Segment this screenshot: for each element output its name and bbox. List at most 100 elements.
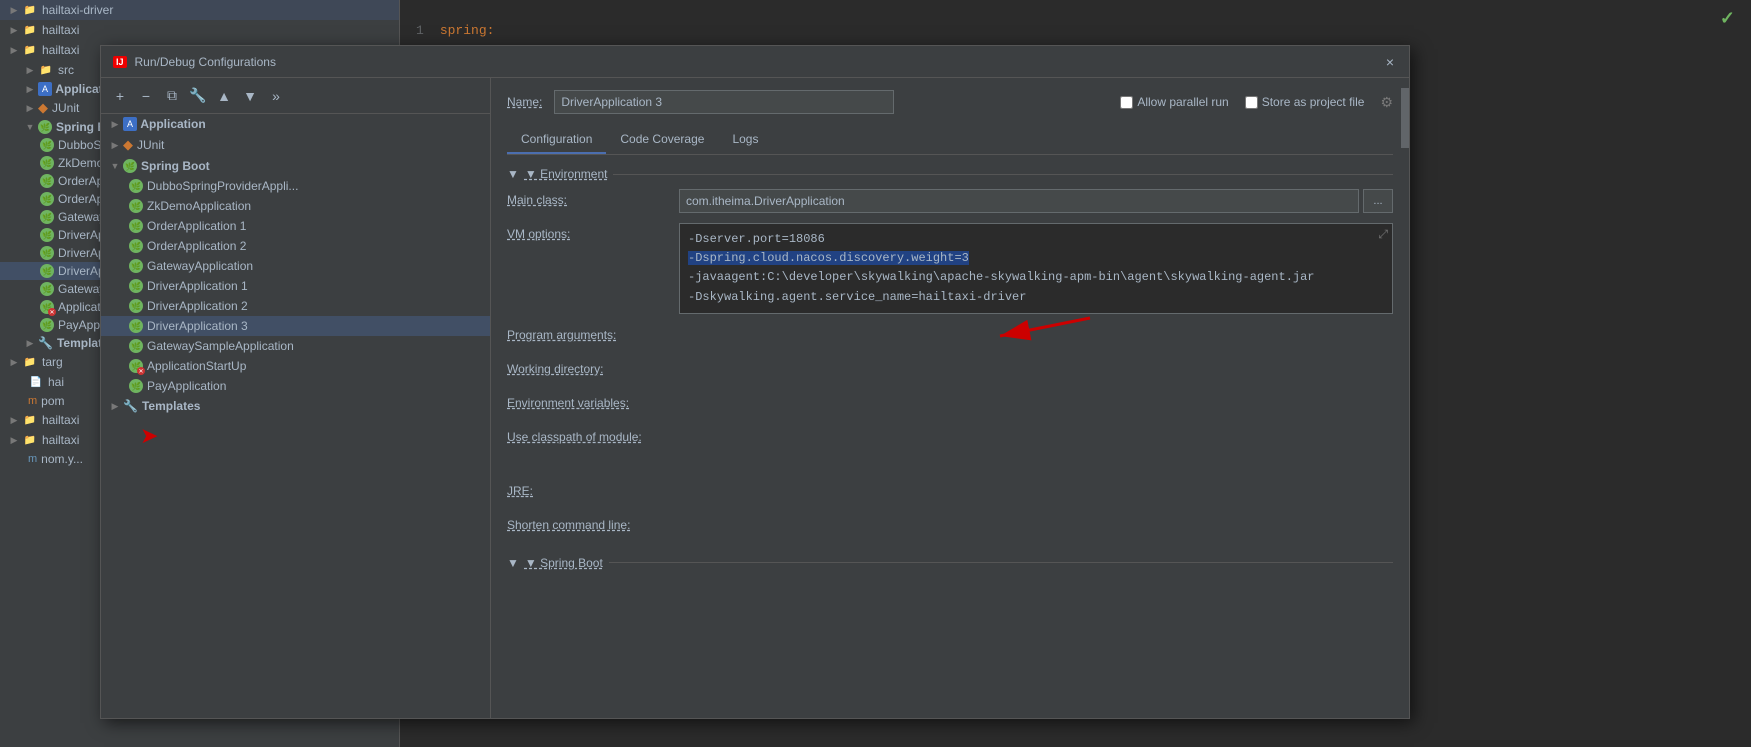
spring-icon: 🌿 — [129, 219, 143, 233]
jre-input-container — [679, 480, 1393, 504]
tree-label-hai: hai — [48, 375, 64, 389]
dlg-tree-driver3[interactable]: 🌿 DriverApplication 3 — [101, 316, 490, 336]
allow-parallel-run-checkbox[interactable] — [1120, 96, 1133, 109]
folder-icon: 📁 — [22, 412, 38, 428]
dlg-tree-dubbo[interactable]: 🌿 DubboSpringProviderAppli... — [101, 176, 490, 196]
move-down-config-button[interactable]: ▼ — [239, 85, 261, 107]
env-variables-input-container — [679, 392, 1393, 416]
line-number: 1 — [416, 23, 424, 38]
main-class-row: Main class: ... — [507, 189, 1393, 213]
name-input[interactable] — [554, 90, 894, 114]
spring-icon: 🌿 — [40, 156, 54, 170]
spring-error-icon: 🌿 — [40, 300, 54, 314]
arrow-icon: ▶ — [8, 414, 20, 426]
tree-item-hailtaxi-driver[interactable]: ▶ 📁 hailtaxi-driver — [0, 0, 399, 20]
shorten-cmdline-row: Shorten command line: — [507, 514, 1393, 538]
spring-icon: 🌿 — [40, 264, 54, 278]
dlg-tree-application[interactable]: ▶ A Application — [101, 114, 490, 134]
add-config-button[interactable]: + — [109, 85, 131, 107]
dlg-tree-driver1[interactable]: 🌿 DriverApplication 1 — [101, 276, 490, 296]
tab-configuration[interactable]: Configuration — [507, 126, 606, 154]
move-up-config-button[interactable]: ▲ — [213, 85, 235, 107]
tree-label-junit: JUnit — [52, 101, 79, 115]
main-class-browse-button[interactable]: ... — [1363, 189, 1393, 213]
m-icon: m — [28, 395, 37, 407]
arrow-icon: ▶ — [109, 139, 121, 151]
settings-gear-icon[interactable]: ⚙ — [1380, 94, 1393, 111]
intellij-icon: IJ — [113, 56, 127, 68]
more-config-button[interactable]: » — [265, 85, 287, 107]
dlg-label-springboot: Spring Boot — [141, 159, 210, 173]
dlg-tree-driver2[interactable]: 🌿 DriverApplication 2 — [101, 296, 490, 316]
dlg-tree-order1[interactable]: 🌿 OrderApplication 1 — [101, 216, 490, 236]
tree-item-hailtaxi2[interactable]: ▶ 📁 hailtaxi — [0, 20, 399, 40]
jre-row: JRE: — [507, 480, 1393, 504]
dlg-tree-springboot[interactable]: ▼ 🌿 Spring Boot — [101, 156, 490, 176]
dlg-tree-pay[interactable]: 🌿 PayApplication — [101, 376, 490, 396]
folder-icon: 📁 — [22, 22, 38, 38]
vm-options-textarea[interactable]: -Dserver.port=18086 -Dspring.cloud.nacos… — [679, 223, 1393, 314]
spring-icon: 🌿 — [129, 239, 143, 253]
dlg-tree-order2[interactable]: 🌿 OrderApplication 2 — [101, 236, 490, 256]
dlg-tree-gateway-sample[interactable]: 🌿 GatewaySampleApplication — [101, 336, 490, 356]
environment-collapse-icon: ▼ — [507, 167, 519, 181]
dlg-tree-gateway[interactable]: 🌿 GatewayApplication — [101, 256, 490, 276]
spring-icon: 🌿 — [129, 379, 143, 393]
spring-icon: 🌿 — [129, 199, 143, 213]
dlg-tree-templates[interactable]: ▶ 🔧 Templates — [101, 396, 490, 416]
shorten-cmdline-label: Shorten command line: — [507, 514, 667, 532]
dlg-label-gateway: GatewayApplication — [147, 259, 253, 273]
settings-config-button[interactable]: 🔧 — [187, 85, 209, 107]
dlg-label-junit: JUnit — [137, 138, 164, 152]
tree-label-hailtaxi-driver: hailtaxi-driver — [42, 3, 113, 17]
dlg-tree-junit[interactable]: ▶ ◆ JUnit — [101, 134, 490, 156]
main-class-input-group: ... — [679, 189, 1393, 213]
spring-error-icon: 🌿 — [129, 359, 143, 373]
remove-config-button[interactable]: − — [135, 85, 157, 107]
springboot-section-header[interactable]: ▼ ▼ Spring Boot — [507, 556, 1393, 570]
dlg-tree-zkdemo[interactable]: 🌿 ZkDemoApplication — [101, 196, 490, 216]
spring-boot-icon: 🌿 — [123, 159, 137, 173]
allow-parallel-run-checkbox-item[interactable]: Allow parallel run — [1120, 95, 1228, 109]
environment-section-line — [613, 174, 1393, 175]
spring-icon: 🌿 — [129, 179, 143, 193]
dialog-left-panel: + − ⧉ 🔧 ▲ ▼ » ▶ A Application ▶ ◆ — [101, 78, 491, 718]
main-class-label: Main class: — [507, 189, 667, 207]
dlg-label-application: Application — [140, 117, 205, 131]
junit-icon: ◆ — [123, 137, 133, 153]
store-as-project-file-checkbox[interactable] — [1245, 96, 1258, 109]
store-as-project-file-checkbox-item[interactable]: Store as project file — [1245, 95, 1365, 109]
tree-label-hailtaxi4: hailtaxi — [42, 413, 79, 427]
dialog-scrollbar[interactable] — [1401, 78, 1409, 718]
expand-textarea-icon[interactable]: ⤢ — [1378, 228, 1388, 242]
scrollbar-thumb[interactable] — [1401, 88, 1409, 148]
expand-arrow-icon: ▼ — [24, 121, 36, 133]
vm-line1: -Dserver.port=18086 — [688, 230, 1384, 249]
tab-logs[interactable]: Logs — [718, 126, 772, 154]
dlg-tree-appstartup[interactable]: 🌿 ApplicationStartUp — [101, 356, 490, 376]
main-class-input[interactable] — [679, 189, 1359, 213]
application-icon: A — [38, 82, 52, 96]
dialog-close-button[interactable]: × — [1383, 55, 1397, 69]
dlg-label-driver2: DriverApplication 2 — [147, 299, 248, 313]
code-text: spring: — [440, 23, 495, 38]
arrow-icon: ▶ — [8, 24, 20, 36]
dlg-label-appstartup: ApplicationStartUp — [147, 359, 246, 373]
collapse-arrow-icon: ▶ — [8, 4, 20, 16]
spring-icon: 🌿 — [129, 279, 143, 293]
store-as-project-file-label: Store as project file — [1262, 95, 1365, 109]
dlg-label-order2: OrderApplication 2 — [147, 239, 246, 253]
shorten-cmdline-input-container — [679, 514, 1393, 538]
spring-icon: 🌿 — [40, 210, 54, 224]
arrow-icon: ▶ — [24, 64, 36, 76]
spring-icon: 🌿 — [40, 174, 54, 188]
tab-code-coverage[interactable]: Code Coverage — [606, 126, 718, 154]
environment-section-header[interactable]: ▼ ▼ Environment — [507, 167, 1393, 181]
arrow-icon: ▶ — [109, 400, 121, 412]
build-status-icon: ✓ — [1720, 8, 1735, 29]
tree-label-hailtaxi3: hailtaxi — [42, 43, 79, 57]
copy-config-button[interactable]: ⧉ — [161, 85, 183, 107]
folder-icon: 📁 — [22, 42, 38, 58]
program-arguments-input-container — [679, 324, 1393, 348]
spring-icon: 🌿 — [40, 282, 54, 296]
